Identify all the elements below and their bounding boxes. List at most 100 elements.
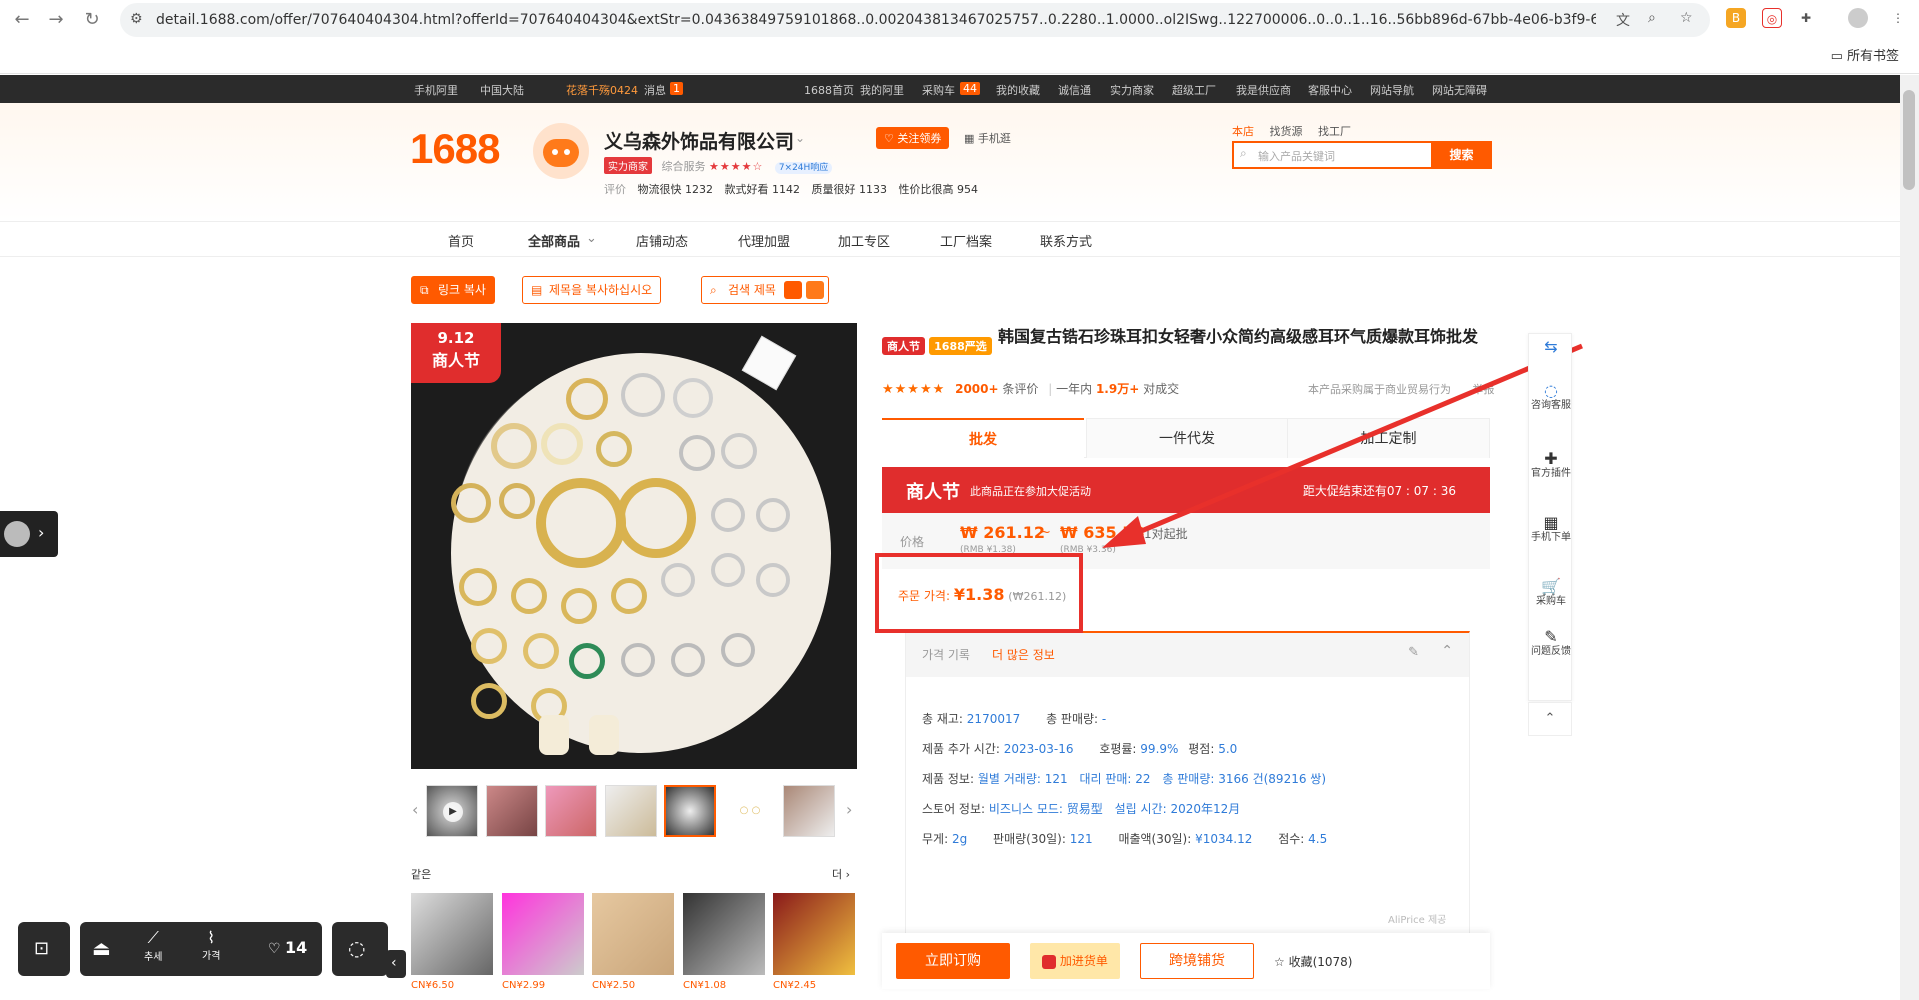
reload-icon[interactable]: ↻ — [78, 6, 106, 34]
topbar-mobile[interactable]: 手机阿里 — [414, 82, 458, 98]
review-quality: 质量很好 1133 — [811, 183, 888, 196]
page-scrollbar[interactable] — [1900, 75, 1919, 1000]
topbar-chengxintong[interactable]: 诚信通 — [1058, 82, 1091, 98]
price-history-more[interactable]: 더 많은 정보 — [992, 646, 1055, 663]
translate-icon[interactable]: 文 — [1616, 10, 1630, 30]
profile-avatar[interactable] — [1848, 8, 1868, 28]
thumbnail-6[interactable]: ○ ○ — [724, 785, 776, 837]
dock-collapse-button[interactable]: ‹ — [386, 950, 406, 978]
forward-icon[interactable]: → — [42, 6, 70, 34]
thumbnail-3[interactable] — [545, 785, 597, 837]
address-bar[interactable]: ⚙ detail.1688.com/offer/707640404304.htm… — [120, 3, 1710, 37]
topbar-my-ali[interactable]: 我的阿里 — [860, 82, 904, 98]
tab-wholesale[interactable]: 批发 — [882, 418, 1084, 458]
product-main-image[interactable]: 9.12 商人节 — [411, 323, 857, 769]
buy-now-button[interactable]: 立即订购 — [896, 943, 1010, 979]
topbar-favorites[interactable]: 我的收藏 — [996, 82, 1040, 98]
extension-b-icon[interactable]: B — [1726, 8, 1746, 28]
collapse-icon[interactable]: ⏏ — [92, 936, 111, 960]
topbar-service[interactable]: 客服中心 — [1308, 82, 1352, 98]
toolbar-label: 咨询客服 — [1531, 400, 1571, 411]
back-to-top-button[interactable]: ⌃ — [1528, 702, 1572, 736]
thumbnail-video[interactable]: ▶ — [426, 785, 478, 837]
toolbar-mobile-order[interactable]: ▦ 手机下单 — [1529, 515, 1573, 544]
dock-trend[interactable]: ⟋ 추세 — [144, 928, 162, 963]
topbar-supplier[interactable]: 我是供应商 — [1236, 82, 1291, 98]
thumbnail-prev-icon[interactable]: ‹ — [412, 800, 418, 819]
review-value: 性价比很高 954 — [898, 183, 979, 196]
nav-processing[interactable]: 加工专区 — [838, 231, 890, 250]
nav-contact[interactable]: 联系方式 — [1040, 231, 1092, 250]
translate-tool[interactable]: ⇆ — [1529, 339, 1573, 355]
toolbar-customer-service[interactable]: ◌ 咨询客服 — [1529, 383, 1573, 412]
topbar-messages[interactable]: 消息 — [644, 82, 666, 98]
toolbar-cart[interactable]: 🛒 采购车 — [1529, 579, 1573, 608]
nav-agency[interactable]: 代理加盟 — [738, 231, 790, 250]
same-item-3[interactable] — [592, 893, 674, 975]
site-logo[interactable]: 1688 — [410, 125, 500, 173]
topbar-strong-merchant[interactable]: 实力商家 — [1110, 82, 1154, 98]
dock-price[interactable]: ⌇ 가격 — [202, 928, 220, 962]
chevron-down-icon[interactable]: ⌄ — [795, 131, 805, 145]
mobile-shop-link[interactable]: ▦ 手机逛 — [964, 130, 1011, 146]
copy-link-button[interactable]: ⧉ 링크 복사 — [411, 276, 495, 304]
topbar-username[interactable]: 花落千殇0424 — [566, 82, 638, 98]
scrollbar-thumb[interactable] — [1903, 90, 1915, 190]
chevron-up-icon[interactable]: ⌃ — [1441, 643, 1453, 659]
shop-name[interactable]: 义乌森外饰品有限公司 — [604, 127, 794, 154]
edit-icon[interactable]: ✎ — [1408, 645, 1419, 660]
topbar-home[interactable]: 1688首页 — [804, 82, 854, 98]
nav-home[interactable]: 首页 — [448, 231, 474, 250]
favorite-button[interactable]: ☆ 收藏(1078) — [1274, 953, 1352, 970]
same-item-4[interactable] — [683, 893, 765, 975]
topbar-region[interactable]: 中国大陆 — [480, 82, 524, 98]
copy-title-button[interactable]: ▤ 제목을 복사하십시오 — [522, 276, 662, 304]
nav-all-products[interactable]: 全部商品 — [528, 231, 580, 250]
link-icon: ⧉ — [420, 283, 429, 297]
scope-find-factory[interactable]: 找工厂 — [1318, 125, 1351, 138]
shop-avatar[interactable] — [533, 123, 589, 179]
price-history-title[interactable]: 가격 기록 — [922, 646, 970, 663]
menu-kebab-icon[interactable]: ⋮ — [1888, 8, 1908, 28]
thumbnail-7[interactable] — [783, 785, 835, 837]
nav-factory-profile[interactable]: 工厂档案 — [940, 231, 992, 250]
thumbnail-4[interactable] — [605, 785, 657, 837]
left-float-widget[interactable]: › — [0, 511, 58, 557]
bookmark-star-icon[interactable]: ☆ — [1680, 10, 1693, 26]
same-item-price: CN¥6.50 — [411, 980, 455, 991]
back-icon[interactable]: ← — [8, 6, 36, 34]
topbar-accessibility[interactable]: 网站无障碍 — [1432, 82, 1487, 98]
dock-bag-button[interactable]: ⊡ — [18, 922, 70, 976]
scope-find-source[interactable]: 找货源 — [1270, 125, 1303, 138]
review-count[interactable]: 2000+ — [955, 382, 998, 396]
search-title-button[interactable]: ⌕ 검색 제목 — [701, 276, 829, 304]
same-item-1[interactable] — [411, 893, 493, 975]
topbar-cart[interactable]: 采购车 — [922, 82, 955, 98]
cross-border-button[interactable]: 跨境铺货 — [1140, 943, 1254, 979]
toolbar-feedback[interactable]: ✎ 问题反馈 — [1529, 629, 1573, 658]
dock-likes[interactable]: ♡ 14 — [268, 938, 307, 957]
extensions-puzzle-icon[interactable]: ✚ — [1796, 8, 1816, 28]
history-value: 비즈니스 모드: 贸易型 — [988, 802, 1103, 816]
all-bookmarks[interactable]: ▭ 所有书签 — [1831, 45, 1899, 64]
toolbar-plugin[interactable]: ✚ 官方插件 — [1529, 451, 1573, 480]
nav-store-news[interactable]: 店铺动态 — [636, 231, 688, 250]
extension-red-icon[interactable]: ◎ — [1762, 8, 1782, 28]
same-item-2[interactable] — [502, 893, 584, 975]
same-item-5[interactable] — [773, 893, 855, 975]
topbar-site-nav[interactable]: 网站导航 — [1370, 82, 1414, 98]
same-items-more[interactable]: 더 › — [832, 866, 850, 882]
follow-button[interactable]: ♡ 关注领券 — [876, 127, 950, 149]
url-text[interactable]: detail.1688.com/offer/707640404304.html?… — [156, 12, 1596, 28]
history-value: 총 판매량: 3166 건(89216 쌍) — [1162, 772, 1327, 786]
site-info-icon[interactable]: ⚙ — [130, 11, 143, 27]
scope-this-store[interactable]: 本店 — [1232, 125, 1254, 138]
topbar-super-factory[interactable]: 超级工厂 — [1172, 82, 1216, 98]
thumbnail-next-icon[interactable]: › — [846, 800, 852, 819]
search-button[interactable]: 搜索 — [1431, 141, 1492, 169]
thumbnail-2[interactable] — [486, 785, 538, 837]
add-to-cart-button[interactable]: 加进货单 — [1030, 943, 1120, 979]
zoom-icon[interactable]: ⌕ — [1648, 10, 1656, 26]
thumbnail-5-selected[interactable] — [664, 785, 716, 837]
dock-chat-button[interactable]: ◌ — [332, 922, 388, 976]
